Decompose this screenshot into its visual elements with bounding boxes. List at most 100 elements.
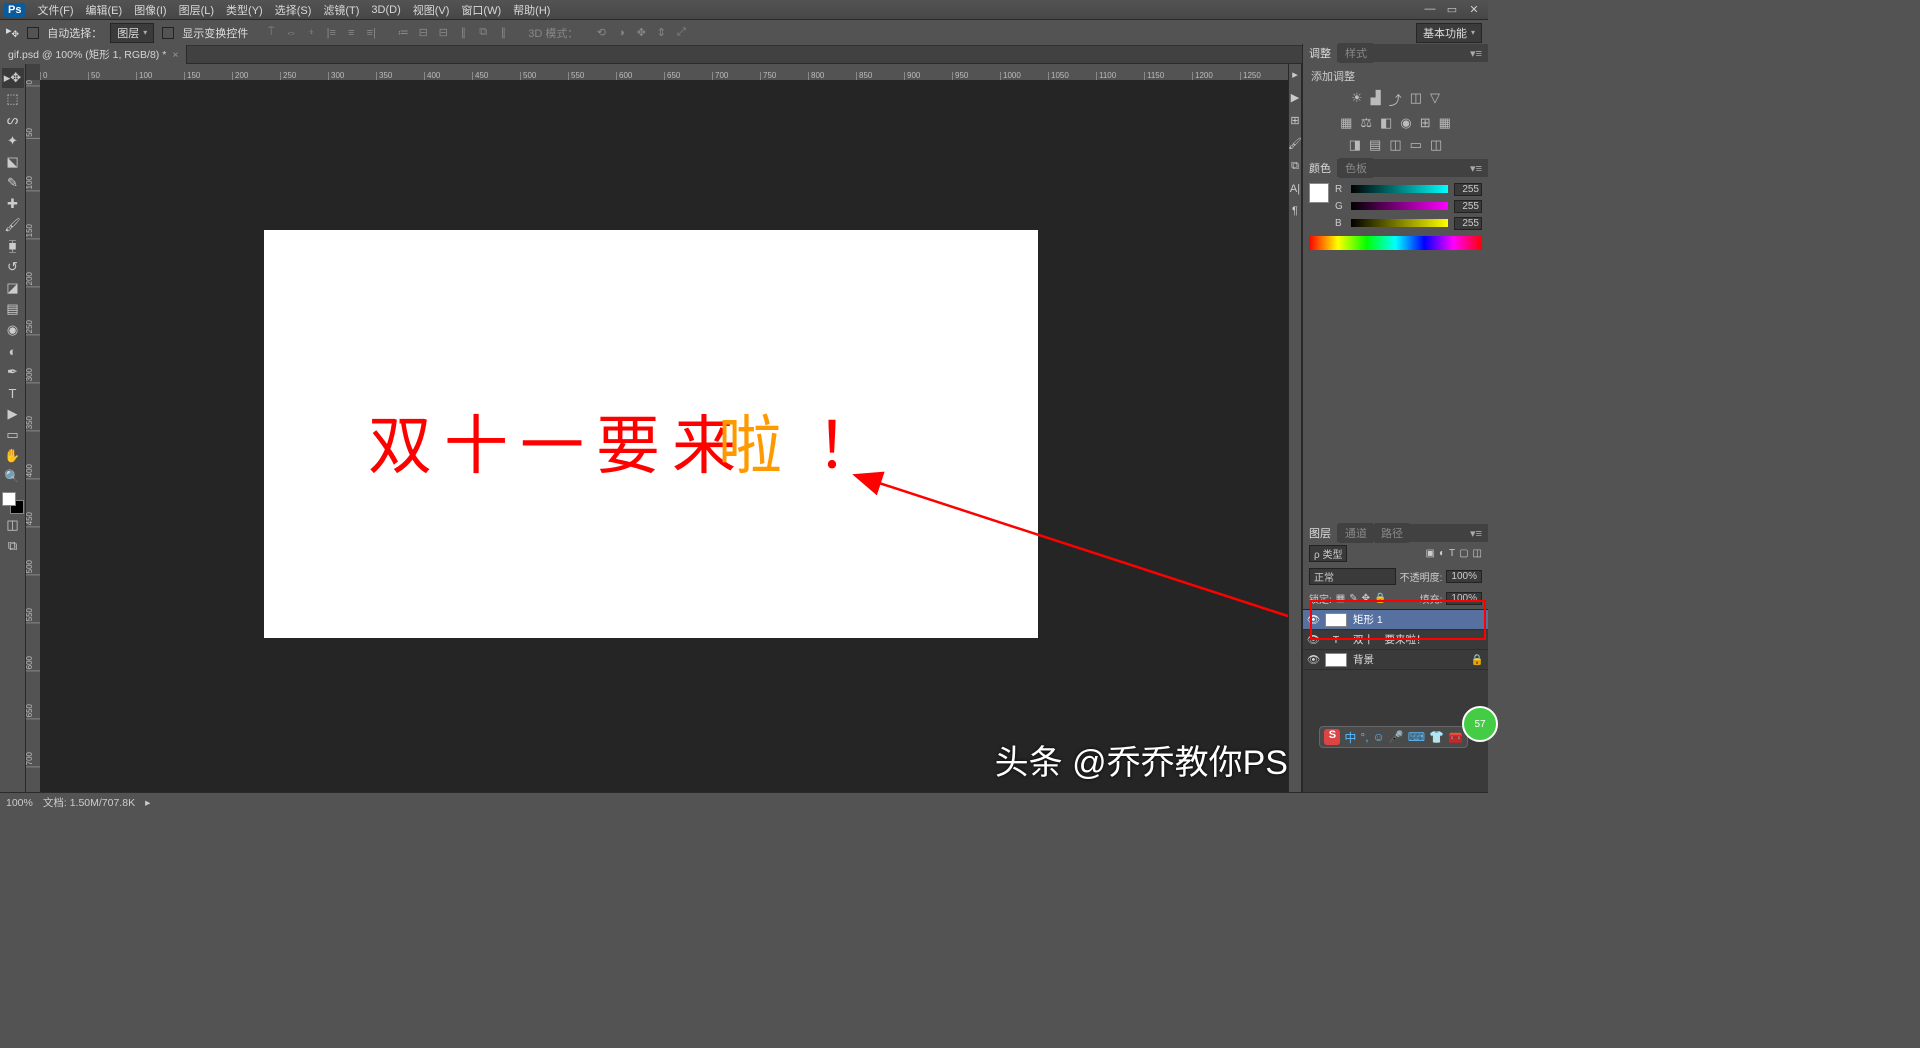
maximize-button[interactable]: ▭ — [1442, 3, 1462, 16]
crop-tool[interactable]: ⬕ — [2, 152, 24, 172]
healing-tool[interactable]: ✚ — [2, 194, 24, 214]
align-bottom-icon[interactable]: ⍖ — [302, 24, 320, 42]
type-tool[interactable]: T — [2, 383, 24, 403]
ime-toolbox-icon[interactable]: 🧰 — [1448, 730, 1463, 744]
pen-tool[interactable]: ✒ — [2, 362, 24, 382]
auto-select-target[interactable]: 图层▾ — [110, 23, 154, 43]
filter-type-icon[interactable]: T — [1449, 548, 1455, 559]
visibility-icon[interactable]: 👁 — [1307, 653, 1319, 666]
tab-close-icon[interactable]: × — [172, 49, 178, 61]
r-value[interactable]: 255 — [1454, 183, 1482, 196]
brush-tool[interactable]: 🖌 — [2, 215, 24, 235]
color-swatches[interactable] — [2, 492, 24, 514]
menu-image[interactable]: 图像(I) — [128, 0, 172, 20]
color-tab[interactable]: 颜色 — [1303, 158, 1337, 178]
channels-tab[interactable]: 通道 — [1339, 523, 1373, 543]
menu-filter[interactable]: 滤镜(T) — [317, 0, 365, 20]
auto-select-checkbox[interactable] — [27, 27, 39, 39]
status-chevron-icon[interactable]: ▸ — [145, 797, 150, 809]
gradient-tool[interactable]: ▤ — [2, 299, 24, 319]
mixer-icon[interactable]: ⊞ — [1420, 115, 1431, 131]
lock-trans-icon[interactable]: ▦ — [1336, 593, 1345, 604]
layer-row-shape[interactable]: 👁 矩形 1 — [1303, 610, 1488, 630]
invert-icon[interactable]: ◨ — [1349, 137, 1361, 153]
color-swatch-fg[interactable] — [1309, 183, 1329, 203]
lock-pixel-icon[interactable]: ✎ — [1349, 593, 1357, 604]
adjustments-tab[interactable]: 调整 — [1303, 43, 1337, 63]
ime-punct-icon[interactable]: °, — [1360, 730, 1368, 744]
menu-layer[interactable]: 图层(L) — [173, 0, 220, 20]
balance-icon[interactable]: ⚖ — [1360, 115, 1372, 131]
posterize-icon[interactable]: ▤ — [1369, 137, 1381, 153]
show-transform-checkbox[interactable] — [162, 27, 174, 39]
b-slider[interactable] — [1351, 219, 1448, 229]
layer-row-bg[interactable]: 👁 背景 🔒 — [1303, 650, 1488, 670]
dodge-tool[interactable]: ◐ — [2, 341, 24, 361]
filter-smart-icon[interactable]: ◫ — [1473, 548, 1482, 559]
blend-mode-select[interactable]: 正常 — [1309, 568, 1396, 585]
filter-shape-icon[interactable]: ▢ — [1459, 548, 1468, 559]
filter-adj-icon[interactable]: ◐ — [1439, 548, 1445, 559]
filter-pixel-icon[interactable]: ▣ — [1425, 548, 1434, 559]
doc-size[interactable]: 文档: 1.50M/707.8K — [43, 795, 135, 810]
panel-menu-icon[interactable]: ▾≡ — [1464, 162, 1488, 175]
threshold-icon[interactable]: ◫ — [1389, 137, 1401, 153]
document-tab[interactable]: gif.psd @ 100% (矩形 1, RGB/8) * × — [0, 45, 187, 64]
align-vmid-icon[interactable]: ⇔ — [282, 24, 300, 42]
align-right-icon[interactable]: ≡| — [362, 24, 380, 42]
dist-4-icon[interactable]: ∥ — [454, 24, 472, 42]
menu-select[interactable]: 选择(S) — [269, 0, 318, 20]
screenmode-tool[interactable]: ⧉ — [2, 536, 24, 556]
align-left-icon[interactable]: |≡ — [322, 24, 340, 42]
3d-orbit-icon[interactable]: ⟲ — [592, 24, 610, 42]
levels-icon[interactable]: ▟ — [1371, 90, 1381, 109]
move-tool[interactable]: ▸✥ — [2, 68, 24, 88]
paths-tab[interactable]: 路径 — [1375, 523, 1409, 543]
align-hcenter-icon[interactable]: ≡ — [342, 24, 360, 42]
marquee-tool[interactable]: ⬚ — [2, 89, 24, 109]
ime-lang[interactable]: 中 — [1344, 729, 1356, 746]
opacity-value[interactable]: 100% — [1446, 570, 1482, 583]
zoom-tool[interactable]: 🔍 — [2, 467, 24, 487]
ime-mic-icon[interactable]: 🎤 — [1389, 730, 1404, 744]
ime-emoji-icon[interactable]: ☺ — [1373, 730, 1385, 744]
blur-tool[interactable]: ◉ — [2, 320, 24, 340]
history-brush-tool[interactable]: ↺ — [2, 257, 24, 277]
lock-pos-icon[interactable]: ✥ — [1362, 593, 1370, 604]
panel-menu-icon[interactable]: ▾≡ — [1464, 527, 1488, 540]
styles-tab[interactable]: 样式 — [1339, 43, 1373, 63]
dist-1-icon[interactable]: ≔ — [394, 24, 412, 42]
stamp-tool[interactable]: ⧯ — [2, 236, 24, 256]
3d-slide-icon[interactable]: ⇕ — [652, 24, 670, 42]
g-value[interactable]: 255 — [1454, 200, 1482, 213]
rectangle-tool[interactable]: ▭ — [2, 425, 24, 445]
swatches-tab[interactable]: 色板 — [1339, 158, 1373, 178]
layer-filter-kind[interactable]: ρ 类型 — [1309, 545, 1347, 562]
ime-skin-icon[interactable]: 👕 — [1429, 730, 1444, 744]
visibility-icon[interactable]: 👁 — [1307, 633, 1319, 646]
brightness-icon[interactable]: ☀ — [1351, 90, 1363, 109]
fill-value[interactable]: 100% — [1446, 592, 1482, 605]
brush-panel-icon[interactable]: 🖌 — [1288, 137, 1302, 150]
menu-view[interactable]: 视图(V) — [407, 0, 456, 20]
menu-file[interactable]: 文件(F) — [31, 0, 79, 20]
hand-tool[interactable]: ✋ — [2, 446, 24, 466]
eraser-tool[interactable]: ◪ — [2, 278, 24, 298]
clone-panel-icon[interactable]: ⧉ — [1291, 160, 1299, 173]
history-panel-icon[interactable]: ▸ — [1292, 68, 1298, 81]
ime-toolbar[interactable]: S 中 °, ☺ 🎤 ⌨ 👕 🧰 — [1319, 726, 1468, 748]
char-panel-icon[interactable]: A| — [1290, 183, 1300, 195]
menu-help[interactable]: 帮助(H) — [507, 0, 556, 20]
dist-6-icon[interactable]: ∥ — [494, 24, 512, 42]
exposure-icon[interactable]: ◫ — [1410, 90, 1422, 109]
photo-filter-icon[interactable]: ◉ — [1400, 115, 1411, 131]
3d-roll-icon[interactable]: ◑ — [612, 24, 630, 42]
curves-icon[interactable]: ⤴ — [1389, 90, 1402, 109]
eyedropper-tool[interactable]: ✎ — [2, 173, 24, 193]
canvas-area[interactable]: 双十一要来啦！ — [40, 80, 1302, 792]
visibility-icon[interactable]: 👁 — [1307, 613, 1319, 626]
3d-pan-icon[interactable]: ✥ — [632, 24, 650, 42]
menu-type[interactable]: 类型(Y) — [220, 0, 269, 20]
menu-3d[interactable]: 3D(D) — [365, 2, 406, 18]
properties-panel-icon[interactable]: ⊞ — [1290, 114, 1299, 127]
